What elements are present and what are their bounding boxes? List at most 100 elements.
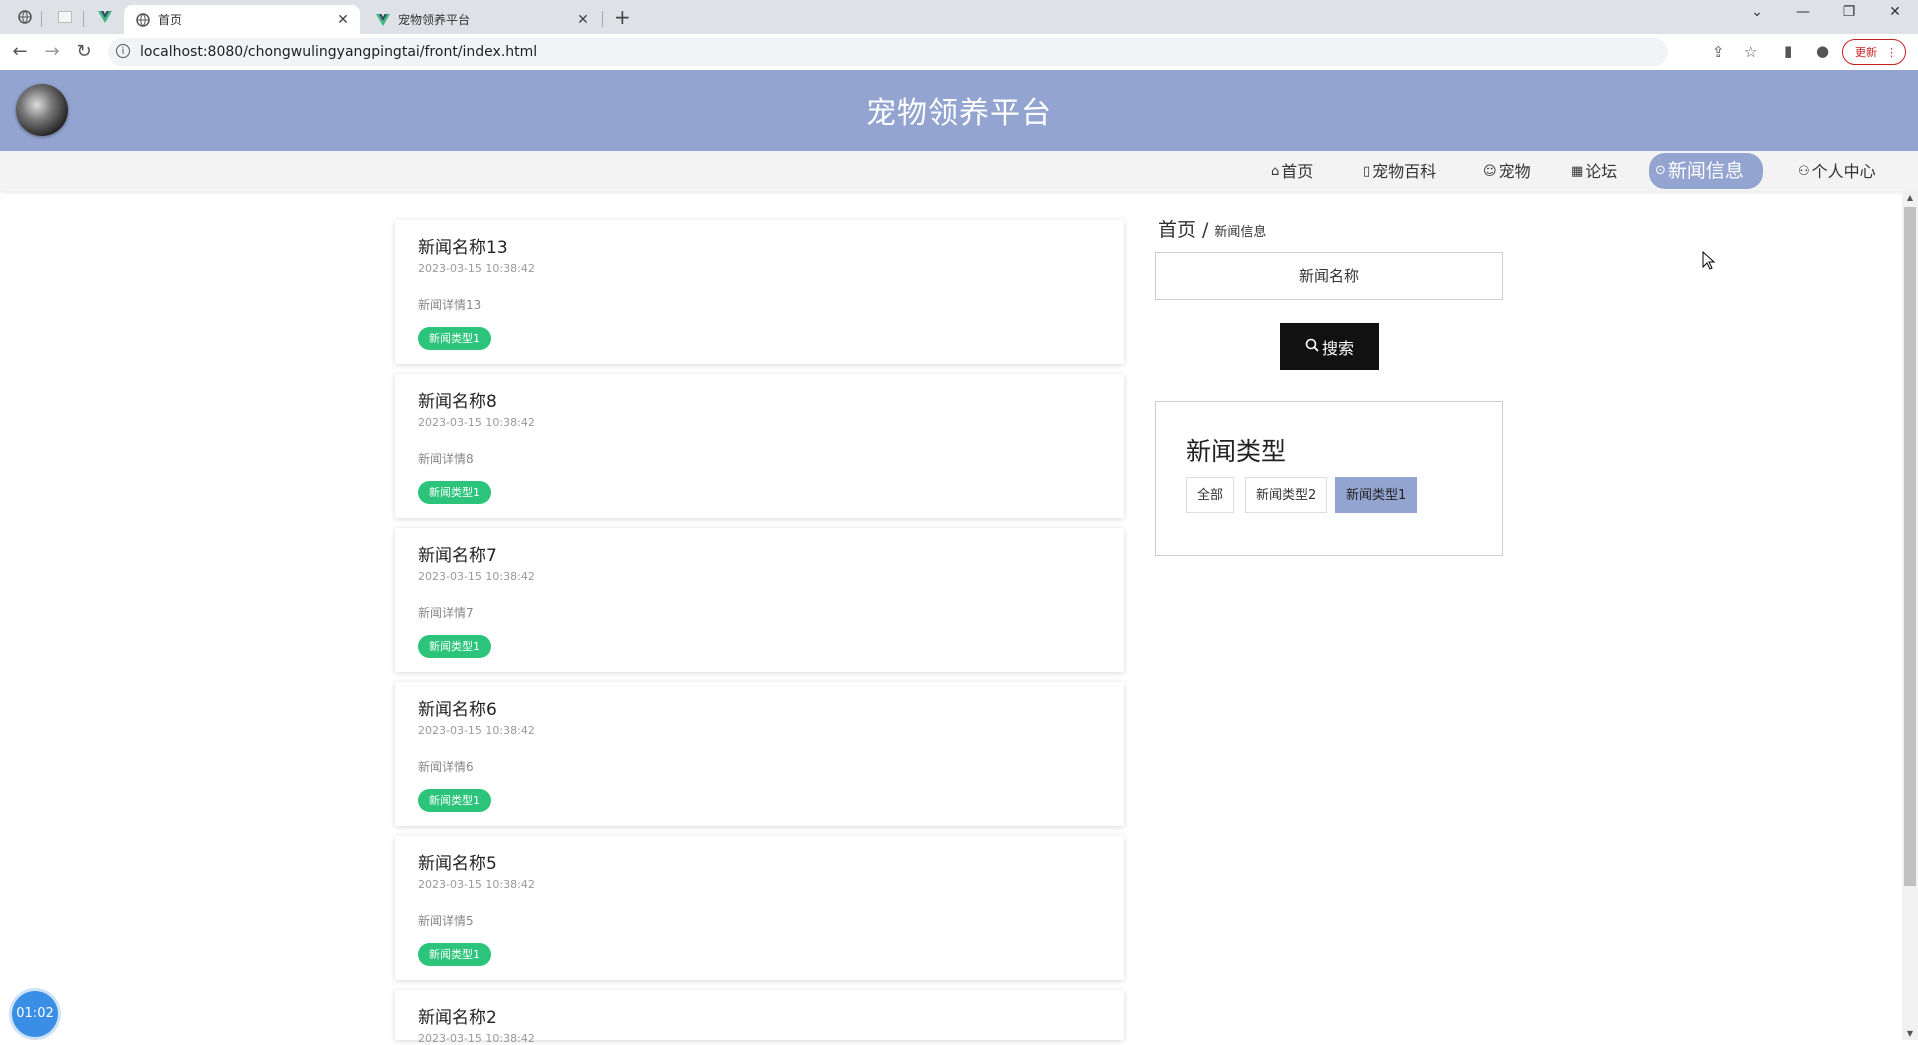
nav-item-pet-encyclopedia[interactable]: ▯ 宠物百科 [1355,156,1444,188]
page-scrollbar[interactable]: ▲ ▼ [1902,191,1918,1040]
news-type-tag: 新闻类型1 [418,327,491,350]
search-button[interactable]: 搜索 [1280,323,1379,370]
news-type-tag: 新闻类型1 [418,635,491,658]
breadcrumb-current: 新闻信息 [1214,225,1267,240]
book-icon: ▯ [1363,164,1371,179]
site-header: 宠物领养平台 [0,70,1918,151]
search-icon [1305,338,1319,356]
type-chip-all[interactable]: 全部 [1186,477,1235,513]
share-icon[interactable]: ⇪ [1712,43,1725,61]
nav-item-news[interactable]: ⊙ 新闻信息 [1649,153,1763,189]
pinned-tab-vue[interactable] [92,6,118,28]
news-type-tag: 新闻类型1 [418,481,491,504]
scroll-up-arrow-icon[interactable]: ▲ [1902,193,1918,202]
news-detail: 新闻详情5 [418,914,474,928]
news-card[interactable]: 新闻名称7 2023-03-15 10:38:42 新闻详情7 新闻类型1 [395,528,1124,672]
nav-label: 首页 [1281,162,1314,181]
url-text[interactable]: localhost:8080/chongwulingyangpingtai/fr… [140,44,537,60]
update-label: 更新 [1855,46,1877,59]
news-card[interactable]: 新闻名称8 2023-03-15 10:38:42 新闻详情8 新闻类型1 [395,374,1124,518]
vue-icon [376,13,390,27]
news-name-search-input[interactable]: 新闻名称 [1155,252,1503,300]
news-type-tag: 新闻类型1 [418,943,491,966]
mouse-cursor-icon [1702,251,1716,270]
scroll-down-arrow-icon[interactable]: ▼ [1902,1029,1918,1038]
news-detail: 新闻详情13 [418,298,482,312]
pinned-tab-globe[interactable] [12,6,38,28]
tab-search-chevron-icon[interactable]: ⌄ [1742,4,1772,20]
pet-icon: ☺ [1483,164,1497,179]
close-tab-icon[interactable]: ✕ [576,12,590,28]
close-tab-icon[interactable]: ✕ [336,12,350,28]
tab-pet-platform[interactable]: 宠物领养平台 ✕ [364,5,600,34]
nav-label: 个人中心 [1811,162,1876,181]
home-icon: ⌂ [1271,164,1280,179]
news-title[interactable]: 新闻名称7 [418,541,497,566]
news-card[interactable]: 新闻名称5 2023-03-15 10:38:42 新闻详情5 新闻类型1 [395,836,1124,980]
close-window-icon[interactable]: ✕ [1880,4,1910,20]
bookmark-star-icon[interactable]: ☆ [1744,43,1757,61]
side-panel-icon[interactable]: ▮ [1784,42,1792,60]
breadcrumb: 首页 / 新闻信息 [1158,215,1266,242]
news-title[interactable]: 新闻名称13 [418,233,508,258]
update-button[interactable]: 更新 ⋮ [1842,39,1906,65]
site-info-icon[interactable]: i [116,44,130,58]
breadcrumb-home[interactable]: 首页 [1158,219,1196,241]
tab-home[interactable]: 首页 ✕ [124,5,360,34]
breadcrumb-separator: / [1202,219,1209,241]
profile-avatar-icon[interactable]: ● [1816,42,1829,60]
news-detail: 新闻详情6 [418,760,474,774]
news-date: 2023-03-15 10:38:42 [418,262,535,275]
news-detail: 新闻详情7 [418,606,474,620]
nav-label: 论坛 [1585,162,1618,181]
restore-icon[interactable]: ❐ [1834,4,1864,20]
minimize-icon[interactable]: — [1788,4,1818,20]
news-card[interactable]: 新闻名称2 2023-03-15 10:38:42 [395,990,1124,1045]
nav-item-home[interactable]: ⌂ 首页 [1263,156,1321,188]
news-title[interactable]: 新闻名称2 [418,1003,497,1028]
news-title[interactable]: 新闻名称8 [418,387,497,412]
nav-item-forum[interactable]: ▦ 论坛 [1563,156,1625,188]
globe-icon [136,12,150,27]
news-type-heading: 新闻类型 [1186,437,1287,466]
news-date: 2023-03-15 10:38:42 [418,878,535,891]
kebab-menu-icon[interactable]: ⋮ [1886,40,1897,66]
news-type-panel: 新闻类型 全部 新闻类型2 新闻类型1 [1155,401,1503,556]
nav-label: 宠物 [1498,162,1531,181]
nav-label: 宠物百科 [1372,162,1437,181]
site-title: 宠物领养平台 [866,96,1052,131]
news-date: 2023-03-15 10:38:42 [418,724,535,737]
news-date: 2023-03-15 10:38:42 [418,1032,535,1045]
news-title[interactable]: 新闻名称6 [418,695,497,720]
nav-label: 新闻信息 [1667,160,1744,182]
news-detail: 新闻详情8 [418,452,474,466]
new-tab-plus-icon[interactable]: + [614,5,631,29]
type-chip-type2[interactable]: 新闻类型2 [1245,477,1328,513]
scrollbar-thumb[interactable] [1904,207,1916,886]
search-button-label: 搜索 [1321,338,1354,358]
user-icon: ⚇ [1798,164,1810,179]
news-date: 2023-03-15 10:38:42 [418,416,535,429]
vue-icon [98,11,112,23]
address-bar-row: ← → ↻ i localhost:8080/chongwulingyangpi… [0,34,1918,71]
nav-item-pets[interactable]: ☺ 宠物 [1475,156,1539,188]
news-date: 2023-03-15 10:38:42 [418,570,535,583]
news-icon: ⊙ [1655,163,1666,178]
main-nav: ⌂ 首页 ▯ 宠物百科 ☺ 宠物 ▦ 论坛 ⊙ 新闻信息 ⚇ 个人中心 [0,151,1918,191]
forward-arrow-icon[interactable]: → [40,41,64,62]
news-card[interactable]: 新闻名称6 2023-03-15 10:38:42 新闻详情6 新闻类型1 [395,682,1124,826]
tab-title: 首页 [158,13,183,27]
pinned-tab-blank[interactable] [52,6,78,28]
nav-item-user-center[interactable]: ⚇ 个人中心 [1790,156,1884,188]
omnibox[interactable]: i localhost:8080/chongwulingyangpingtai/… [108,38,1757,66]
recording-timer-badge[interactable]: 01:02 [12,991,58,1037]
globe-icon [18,10,32,24]
type-chip-type1[interactable]: 新闻类型1 [1335,477,1418,513]
news-title[interactable]: 新闻名称5 [418,849,497,874]
news-type-tag: 新闻类型1 [418,789,491,812]
news-card[interactable]: 新闻名称13 2023-03-15 10:38:42 新闻详情13 新闻类型1 [395,220,1124,364]
tab-title: 宠物领养平台 [398,13,471,27]
back-arrow-icon[interactable]: ← [8,41,32,62]
forum-icon: ▦ [1571,164,1584,179]
reload-icon[interactable]: ↻ [72,41,96,62]
